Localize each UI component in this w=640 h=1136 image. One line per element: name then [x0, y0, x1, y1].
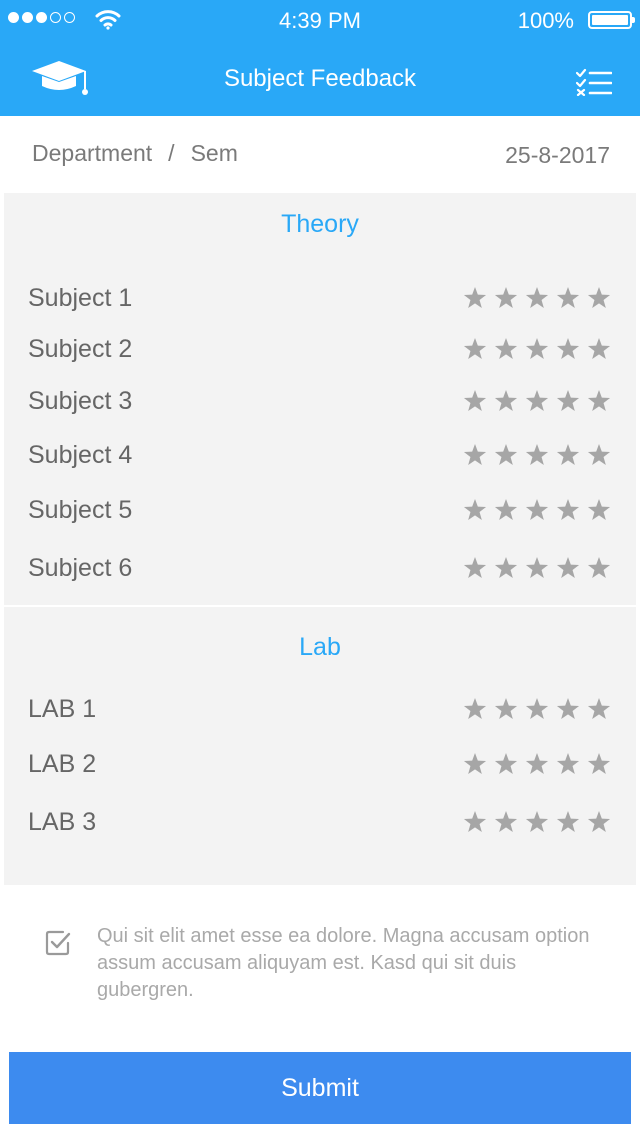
star-rating[interactable] — [462, 555, 612, 581]
star-icon[interactable] — [555, 751, 581, 777]
lab-label: LAB 2 — [28, 750, 97, 778]
star-rating[interactable] — [462, 336, 612, 362]
page-title: Subject Feedback — [223, 65, 417, 92]
subject-row: Subject 4 — [4, 436, 636, 476]
star-icon[interactable] — [555, 388, 581, 414]
star-icon[interactable] — [555, 336, 581, 362]
subject-label: Subject 4 — [28, 441, 133, 469]
star-rating[interactable] — [462, 696, 612, 722]
lab-row: LAB 2 — [4, 745, 636, 785]
department-semester: Department / Sem — [32, 140, 238, 167]
star-icon[interactable] — [493, 285, 519, 311]
star-icon[interactable] — [586, 336, 612, 362]
star-icon[interactable] — [493, 555, 519, 581]
lab-row: LAB 1 — [4, 690, 636, 730]
star-icon[interactable] — [493, 696, 519, 722]
subject-label: Subject 3 — [28, 387, 133, 415]
subject-label: Subject 5 — [28, 496, 133, 524]
star-icon[interactable] — [462, 555, 488, 581]
star-rating[interactable] — [462, 442, 612, 468]
star-icon[interactable] — [586, 809, 612, 835]
star-icon[interactable] — [586, 388, 612, 414]
battery-percent: 100% — [517, 8, 574, 33]
star-icon[interactable] — [555, 442, 581, 468]
star-icon[interactable] — [555, 809, 581, 835]
star-icon[interactable] — [555, 497, 581, 523]
info-row: Department / Sem 25-8-2017 — [0, 116, 640, 192]
agreement-text: Qui sit elit amet esse ea dolore. Magna … — [97, 925, 590, 1001]
star-icon[interactable] — [524, 751, 550, 777]
star-icon[interactable] — [462, 696, 488, 722]
star-icon[interactable] — [555, 696, 581, 722]
star-rating[interactable] — [462, 388, 612, 414]
lab-label: LAB 3 — [28, 808, 97, 836]
subject-row: Subject 6 — [4, 549, 636, 589]
star-icon[interactable] — [462, 388, 488, 414]
subject-label: Subject 1 — [28, 284, 133, 312]
lab-panel: Lab LAB 1 LAB 2 LAB 3 — [4, 607, 636, 885]
star-icon[interactable] — [462, 285, 488, 311]
star-icon[interactable] — [586, 696, 612, 722]
lab-label: LAB 1 — [28, 695, 97, 723]
subject-row: Subject 1 — [4, 279, 636, 319]
submit-button[interactable]: Submit — [9, 1052, 631, 1124]
star-rating[interactable] — [462, 809, 612, 835]
star-icon[interactable] — [462, 751, 488, 777]
star-icon[interactable] — [524, 442, 550, 468]
star-icon[interactable] — [555, 285, 581, 311]
lab-title: Lab — [299, 633, 341, 661]
department-label[interactable]: Department — [32, 140, 152, 166]
star-icon[interactable] — [524, 285, 550, 311]
checkbox-checked-icon[interactable] — [44, 929, 72, 962]
star-icon[interactable] — [586, 497, 612, 523]
subject-row: Subject 2 — [4, 330, 636, 370]
lab-row: LAB 3 — [4, 803, 636, 843]
battery-icon — [588, 11, 635, 29]
agreement-section: Qui sit elit amet esse ea dolore. Magna … — [0, 915, 640, 1015]
star-icon[interactable] — [493, 388, 519, 414]
star-icon[interactable] — [524, 696, 550, 722]
star-icon[interactable] — [586, 285, 612, 311]
subject-row: Subject 5 — [4, 491, 636, 531]
subject-row: Subject 3 — [4, 382, 636, 422]
subject-label: Subject 6 — [28, 554, 133, 582]
star-rating[interactable] — [462, 285, 612, 311]
star-icon[interactable] — [493, 442, 519, 468]
nav-bar: Subject Feedback — [0, 40, 640, 116]
star-icon[interactable] — [524, 497, 550, 523]
star-icon[interactable] — [524, 555, 550, 581]
star-icon[interactable] — [493, 497, 519, 523]
star-icon[interactable] — [524, 388, 550, 414]
feedback-date: 25-8-2017 — [505, 142, 610, 168]
star-icon[interactable] — [586, 751, 612, 777]
status-bar: 4:39 PM 100% — [0, 0, 640, 40]
star-rating[interactable] — [462, 497, 612, 523]
star-icon[interactable] — [493, 336, 519, 362]
separator: / — [168, 140, 175, 166]
star-rating[interactable] — [462, 751, 612, 777]
star-icon[interactable] — [462, 442, 488, 468]
star-icon[interactable] — [462, 336, 488, 362]
theory-title: Theory — [281, 210, 359, 238]
star-icon[interactable] — [586, 442, 612, 468]
star-icon[interactable] — [524, 809, 550, 835]
subject-label: Subject 2 — [28, 335, 133, 363]
checklist-icon[interactable] — [575, 68, 613, 101]
semester-label[interactable]: Sem — [191, 140, 238, 166]
star-icon[interactable] — [493, 751, 519, 777]
star-icon[interactable] — [462, 809, 488, 835]
star-icon[interactable] — [586, 555, 612, 581]
theory-panel: Theory Subject 1 Subject 2 Subject 3 Sub… — [4, 193, 636, 605]
star-icon[interactable] — [462, 497, 488, 523]
star-icon[interactable] — [493, 809, 519, 835]
star-icon[interactable] — [555, 555, 581, 581]
star-icon[interactable] — [524, 336, 550, 362]
